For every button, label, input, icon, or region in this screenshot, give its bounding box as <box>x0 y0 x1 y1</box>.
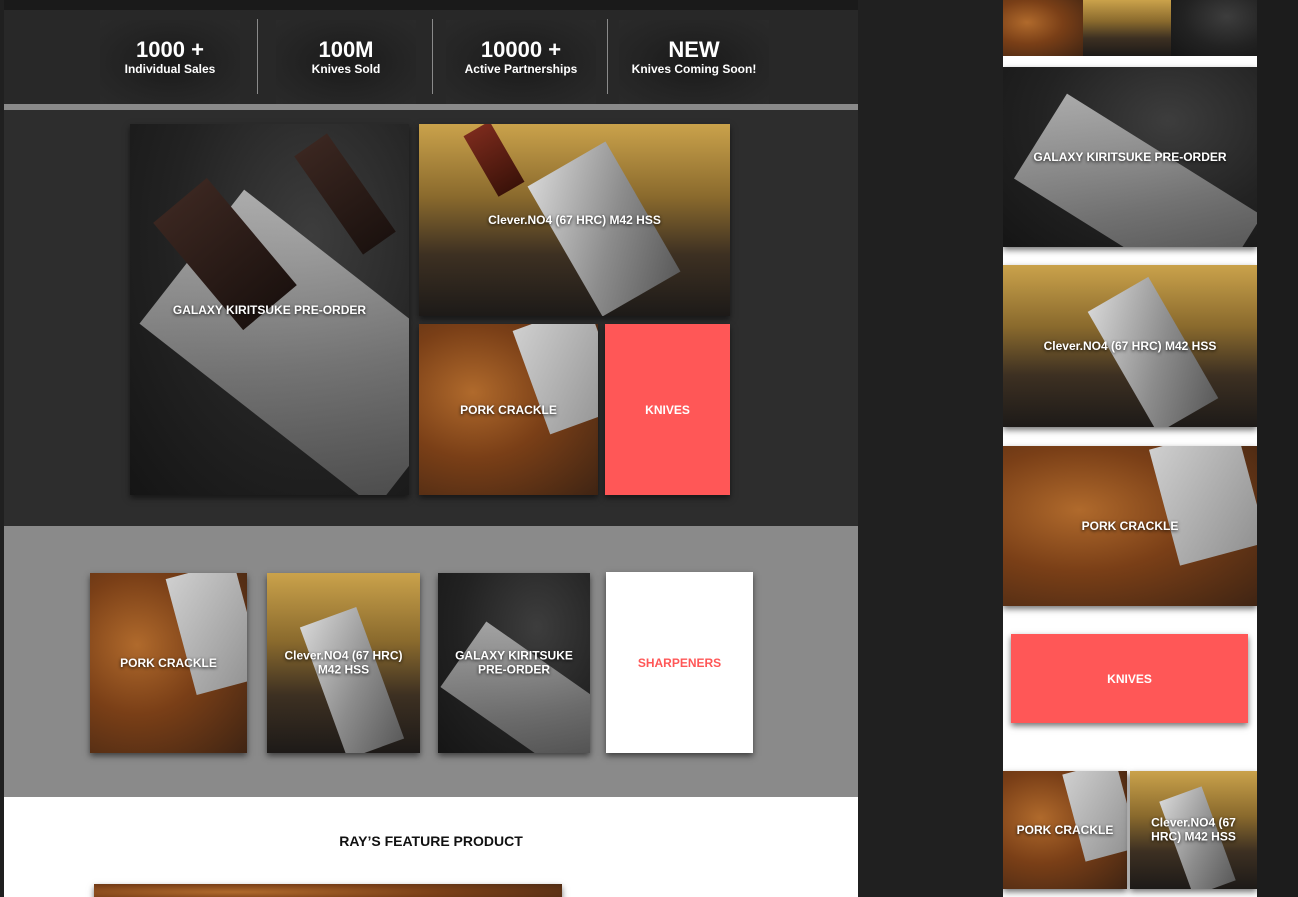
stat-label: Knives Sold <box>311 62 381 76</box>
tile-label: PORK CRACKLE <box>460 402 557 417</box>
knife-blade-image <box>299 606 405 753</box>
tile-galaxy-kiritsuke[interactable]: GALAXY KIRITSUKE PRE-ORDER <box>130 124 409 495</box>
card-pork-crackle[interactable]: PORK CRACKLE <box>90 573 247 753</box>
cleaver-image <box>165 573 247 696</box>
knife-handle-image <box>463 124 525 197</box>
tile-label: KNIVES <box>645 402 690 417</box>
stat-value: NEW <box>668 37 720 62</box>
cleaver-image <box>1149 446 1257 566</box>
tile-label: GALAXY KIRITSUKE PRE-ORDER <box>1033 149 1227 164</box>
stat-knives-sold: 100M Knives Sold <box>276 20 416 104</box>
stat-label: Individual Sales <box>124 62 216 76</box>
stat-label: Active Partnerships <box>464 62 578 76</box>
card-label: PORK CRACKLE <box>1016 822 1114 837</box>
card-sharpeners[interactable]: SHARPENERS <box>606 572 753 753</box>
product-cards-section: PORK CRACKLE Clever.NO4 (67 HRC) M42 HSS… <box>4 526 858 797</box>
mobile-card-clever[interactable]: Clever.NO4 (67 HRC) M42 HSS <box>1130 771 1257 889</box>
mobile-tile-clever[interactable]: Clever.NO4 (67 HRC) M42 HSS <box>1003 265 1257 427</box>
stat-divider <box>432 19 433 94</box>
card-label: GALAXY KIRITSUKE PRE-ORDER <box>455 648 573 677</box>
card-galaxy-kiritsuke[interactable]: GALAXY KIRITSUKE PRE-ORDER <box>438 573 590 753</box>
tile-label: Clever.NO4 (67 HRC) M42 HSS <box>1043 338 1217 353</box>
desktop-preview: 1000 + Individual Sales 100M Knives Sold… <box>4 0 858 897</box>
card-clever-no4[interactable]: Clever.NO4 (67 HRC) M42 HSS <box>267 573 420 753</box>
cleaver-image <box>512 324 598 435</box>
card-label: PORK CRACKLE <box>120 655 217 670</box>
tile-label: KNIVES <box>1107 671 1152 686</box>
knife-blade-image <box>527 141 681 316</box>
card-label: Clever.NO4 (67 HRC) M42 HSS <box>1151 815 1236 844</box>
mobile-card-pork[interactable]: PORK CRACKLE <box>1003 771 1127 889</box>
tile-knives[interactable]: KNIVES <box>605 324 730 495</box>
strip-pork-image[interactable] <box>1003 0 1083 56</box>
stats-bar: 1000 + Individual Sales 100M Knives Sold… <box>4 10 858 106</box>
feature-product-image[interactable] <box>94 884 562 897</box>
tile-label: GALAXY KIRITSUKE PRE-ORDER <box>172 302 367 317</box>
stat-active-partnerships: 10000 + Active Partnerships <box>446 20 596 104</box>
strip-galaxy-image[interactable] <box>1171 0 1257 56</box>
mobile-preview: GALAXY KIRITSUKE PRE-ORDER Clever.NO4 (6… <box>1003 0 1257 897</box>
stat-individual-sales: 1000 + Individual Sales <box>100 20 240 104</box>
strip-clever-image[interactable] <box>1083 0 1171 56</box>
stat-value: 100M <box>318 37 374 62</box>
right-edge-panel <box>1257 0 1298 897</box>
collection-grid-section: GALAXY KIRITSUKE PRE-ORDER Clever.NO4 (6… <box>4 110 858 526</box>
mobile-tile-pork[interactable]: PORK CRACKLE <box>1003 446 1257 606</box>
stat-divider <box>257 19 258 94</box>
tile-label: PORK CRACKLE <box>1081 518 1179 533</box>
feature-product-section: RAY’S FEATURE PRODUCT <box>4 797 858 897</box>
card-label: SHARPENERS <box>637 655 722 670</box>
mobile-tile-galaxy[interactable]: GALAXY KIRITSUKE PRE-ORDER <box>1003 67 1257 247</box>
top-image-strip <box>4 0 858 10</box>
knife-handle-image <box>294 133 396 255</box>
mobile-tile-knives[interactable]: KNIVES <box>1011 634 1248 723</box>
stat-label: Knives Coming Soon! <box>631 62 757 76</box>
stat-value: 1000 + <box>136 37 204 62</box>
tile-label: Clever.NO4 (67 HRC) M42 HSS <box>488 212 661 227</box>
knife-blade-image <box>440 621 590 753</box>
feature-title: RAY’S FEATURE PRODUCT <box>339 833 523 849</box>
knife-blade-image <box>1013 93 1257 247</box>
tile-clever-no4[interactable]: Clever.NO4 (67 HRC) M42 HSS <box>419 124 730 316</box>
cleaver-image <box>1062 771 1127 862</box>
stat-new-knives: NEW Knives Coming Soon! <box>619 20 769 104</box>
stat-divider <box>607 19 608 94</box>
tile-pork-crackle[interactable]: PORK CRACKLE <box>419 324 598 495</box>
stat-value: 10000 + <box>480 37 562 62</box>
card-label: Clever.NO4 (67 HRC) M42 HSS <box>284 648 403 677</box>
